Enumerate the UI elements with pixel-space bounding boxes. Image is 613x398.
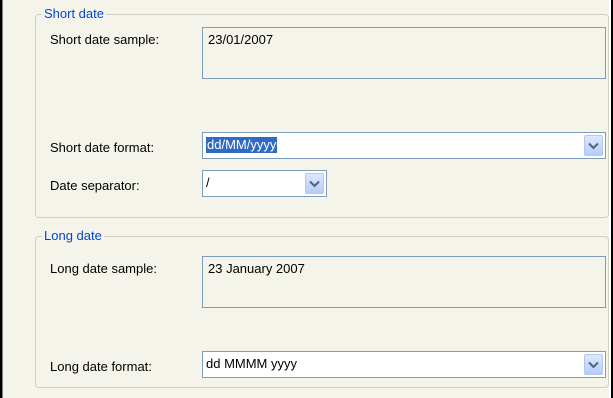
chevron-down-icon [309, 180, 320, 187]
short-date-sample-value: 23/01/2007 [208, 32, 274, 47]
long-date-group-title: Long date [42, 228, 104, 244]
short-date-format-value[interactable]: dd/MM/yyyy [206, 137, 278, 153]
settings-panel: Short date Short date sample: 23/01/2007… [3, 0, 609, 398]
date-separator-combo[interactable]: / [202, 170, 327, 197]
long-date-sample-value: 23 January 2007 [208, 261, 305, 276]
long-date-sample-box: 23 January 2007 [202, 256, 606, 308]
date-separator-value[interactable]: / [206, 175, 210, 191]
long-date-format-value[interactable]: dd MMMM yyyy [206, 356, 297, 372]
short-date-sample-box: 23/01/2007 [202, 27, 606, 79]
long-date-format-combo[interactable]: dd MMMM yyyy [202, 351, 606, 378]
long-date-format-label: Long date format: [50, 359, 152, 374]
short-date-format-label: Short date format: [50, 140, 155, 155]
short-date-sample-label: Short date sample: [50, 32, 160, 47]
short-date-format-combo[interactable]: dd/MM/yyyy [202, 132, 606, 159]
chevron-down-icon [588, 361, 599, 368]
date-separator-dropdown-button[interactable] [305, 173, 324, 194]
long-date-group: Long date Long date sample: 23 January 2… [35, 228, 609, 388]
chevron-down-icon [588, 142, 599, 149]
short-date-format-dropdown-button[interactable] [584, 135, 603, 156]
long-date-sample-label: Long date sample: [50, 261, 157, 276]
short-date-group: Short date Short date sample: 23/01/2007… [35, 6, 609, 218]
long-date-format-dropdown-button[interactable] [584, 354, 603, 375]
date-separator-label: Date separator: [50, 178, 140, 193]
short-date-group-title: Short date [42, 6, 106, 22]
